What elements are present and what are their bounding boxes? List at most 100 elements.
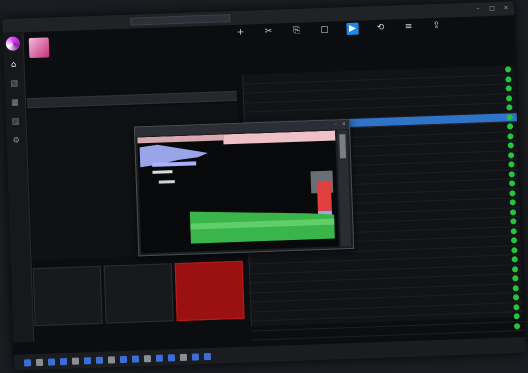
cart-pad[interactable] [32,265,103,327]
loop-icon: ⟲ [376,22,385,33]
taskbar-app-icon[interactable] [119,355,128,363]
taskbar-app-icon[interactable] [167,353,176,361]
row-duration [451,223,483,224]
status-indicator [509,189,516,197]
taskbar-app-icon[interactable] [203,352,212,360]
editor-window-controls: – × [334,121,346,127]
status-indicator [511,265,519,273]
taskbar-app-icon[interactable] [23,358,32,366]
row-artist [360,176,450,179]
row-artist [365,328,455,331]
status-indicator [513,313,520,320]
window-controls: – □ × [474,4,510,13]
row-duration [453,280,485,281]
cart-pad[interactable] [103,263,174,324]
play-icon: ▶ [346,22,359,36]
taskbar-app-icon[interactable] [143,354,152,362]
cut-button[interactable]: ✂ [256,25,281,56]
row-duration [454,289,486,290]
row-artist [361,214,451,217]
export-icon: ⇪ [432,20,441,32]
row-title [257,84,357,87]
maximize-button[interactable]: □ [488,5,496,13]
copy-icon: ⎘ [292,25,301,36]
status-indicator [513,303,520,311]
row-artist [359,167,449,170]
status-indicator [506,104,513,111]
status-indicator [511,246,518,254]
row-title [264,293,364,296]
taskbar-app-icon[interactable] [59,357,68,365]
row-duration [453,270,485,271]
loop-button[interactable]: ⟲ [368,21,393,52]
taskbar [13,336,526,371]
row-artist [363,271,453,274]
taskbar-app-icon[interactable] [107,355,116,364]
status-indicator [512,294,520,301]
paste-button[interactable]: ▢ [312,23,337,54]
waveform-area[interactable] [137,130,340,254]
settings-icon[interactable]: ⚙ [11,135,21,145]
row-duration [450,175,482,176]
status-indicator [512,284,519,292]
plus-button[interactable]: + [228,26,253,57]
calendar-icon[interactable]: ▦ [10,97,20,107]
row-artist [358,119,448,122]
status-indicator [509,208,517,216]
row-title [265,331,365,334]
row-title [263,265,363,268]
taskbar-app-icon[interactable] [191,352,200,361]
cut-icon: ✂ [264,26,273,37]
marker-label [152,170,173,174]
row-title [265,322,365,325]
status-indicator [505,76,512,83]
status-indicator [507,133,514,140]
copy-button[interactable]: ⎘ [284,24,309,55]
row-title [264,284,364,287]
cart-pad[interactable] [174,260,245,322]
row-title [263,255,363,258]
row-title [257,103,357,106]
row-artist [359,148,449,151]
row-duration [449,156,481,157]
minimize-button[interactable]: – [474,5,482,13]
row-duration [454,308,486,309]
taskbar-app-icon[interactable] [35,358,44,366]
home-icon[interactable]: ⌂ [8,59,18,69]
row-artist [365,319,455,322]
status-indicator [505,95,513,102]
row-artist [363,262,453,265]
taskbar-app-icon[interactable] [95,356,104,364]
status-indicator [509,199,516,206]
status-indicator [513,322,521,330]
play-button[interactable]: ▶ [340,22,365,53]
audio-editor-window[interactable]: – × [133,118,355,257]
editor-scrollbar[interactable] [337,130,352,247]
status-indicator [508,161,515,168]
taskbar-app-icon[interactable] [83,356,92,364]
row-duration [449,166,481,167]
taskbar-app-icon[interactable] [155,354,164,362]
taskbar-app-icon[interactable] [47,357,56,366]
status-indicator [512,275,519,282]
status-indicator [508,170,515,178]
row-artist [361,224,451,227]
library-icon[interactable]: ▤ [9,78,19,88]
row-artist [359,157,449,160]
row-duration [447,109,479,110]
export-button[interactable]: ⇪ [424,19,449,50]
row-artist [364,309,454,312]
close-button[interactable]: × [502,4,510,12]
editor-close-button[interactable]: × [342,121,346,127]
list-button[interactable]: ≡ [396,20,421,51]
scrollbar-thumb[interactable] [339,134,347,159]
search-input[interactable] [130,14,231,26]
taskbar-app-icon[interactable] [131,354,140,363]
row-duration [450,185,482,186]
taskbar-app-icon[interactable] [179,353,188,361]
taskbar-app-icon[interactable] [71,357,80,365]
row-artist [357,100,447,103]
chart-icon[interactable]: ▥ [10,116,20,126]
editor-minimize-button[interactable]: – [334,121,337,127]
track-header [25,27,226,74]
